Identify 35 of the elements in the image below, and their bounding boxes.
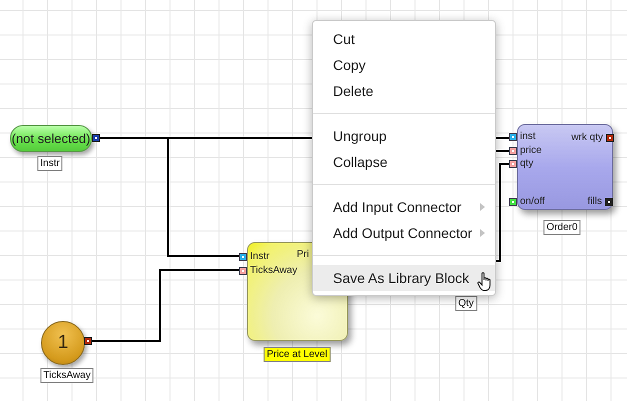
node-caption: Instr [37,156,63,171]
menu-item[interactable]: Delete [313,78,495,104]
node-caption: Price at Level [264,347,330,362]
port-label: Pri [296,249,309,261]
node-caption: TicksAway [40,368,94,383]
connector-port[interactable] [606,134,614,142]
port-label: wrk qty [571,132,603,144]
port-label: fills [588,196,602,208]
order-node[interactable] [517,124,613,210]
port-label: on/off [520,196,545,208]
connector-port[interactable] [239,267,247,275]
menu-item[interactable]: Add Output Connector [313,220,495,246]
port-label: inst [520,131,536,143]
port-label: qty [520,158,534,170]
connector-port[interactable] [239,253,247,261]
menu-item[interactable]: Add Input Connector [313,194,495,220]
menu-item[interactable]: Ungroup [313,123,495,149]
port-label: TicksAway [250,265,298,277]
node-caption: Order0 [543,220,581,235]
node-caption: Qty [455,296,477,311]
port-label: price [520,145,542,157]
menu-item[interactable]: Save As Library Block [313,265,495,291]
connector-port[interactable] [509,160,517,168]
connector-port[interactable] [509,133,517,141]
menu-item[interactable]: Collapse [313,149,495,175]
source-node[interactable]: (not selected) [10,125,92,152]
connector-port[interactable] [84,337,92,345]
menu-item[interactable]: Cut [313,26,495,52]
connector-port[interactable] [605,198,613,206]
connector-port[interactable] [92,134,100,142]
constant-node[interactable]: 1 [41,321,85,365]
connector-port[interactable] [509,147,517,155]
menu-item[interactable]: Copy [313,52,495,78]
connector-port[interactable] [509,198,517,206]
port-label: Instr [250,251,270,263]
